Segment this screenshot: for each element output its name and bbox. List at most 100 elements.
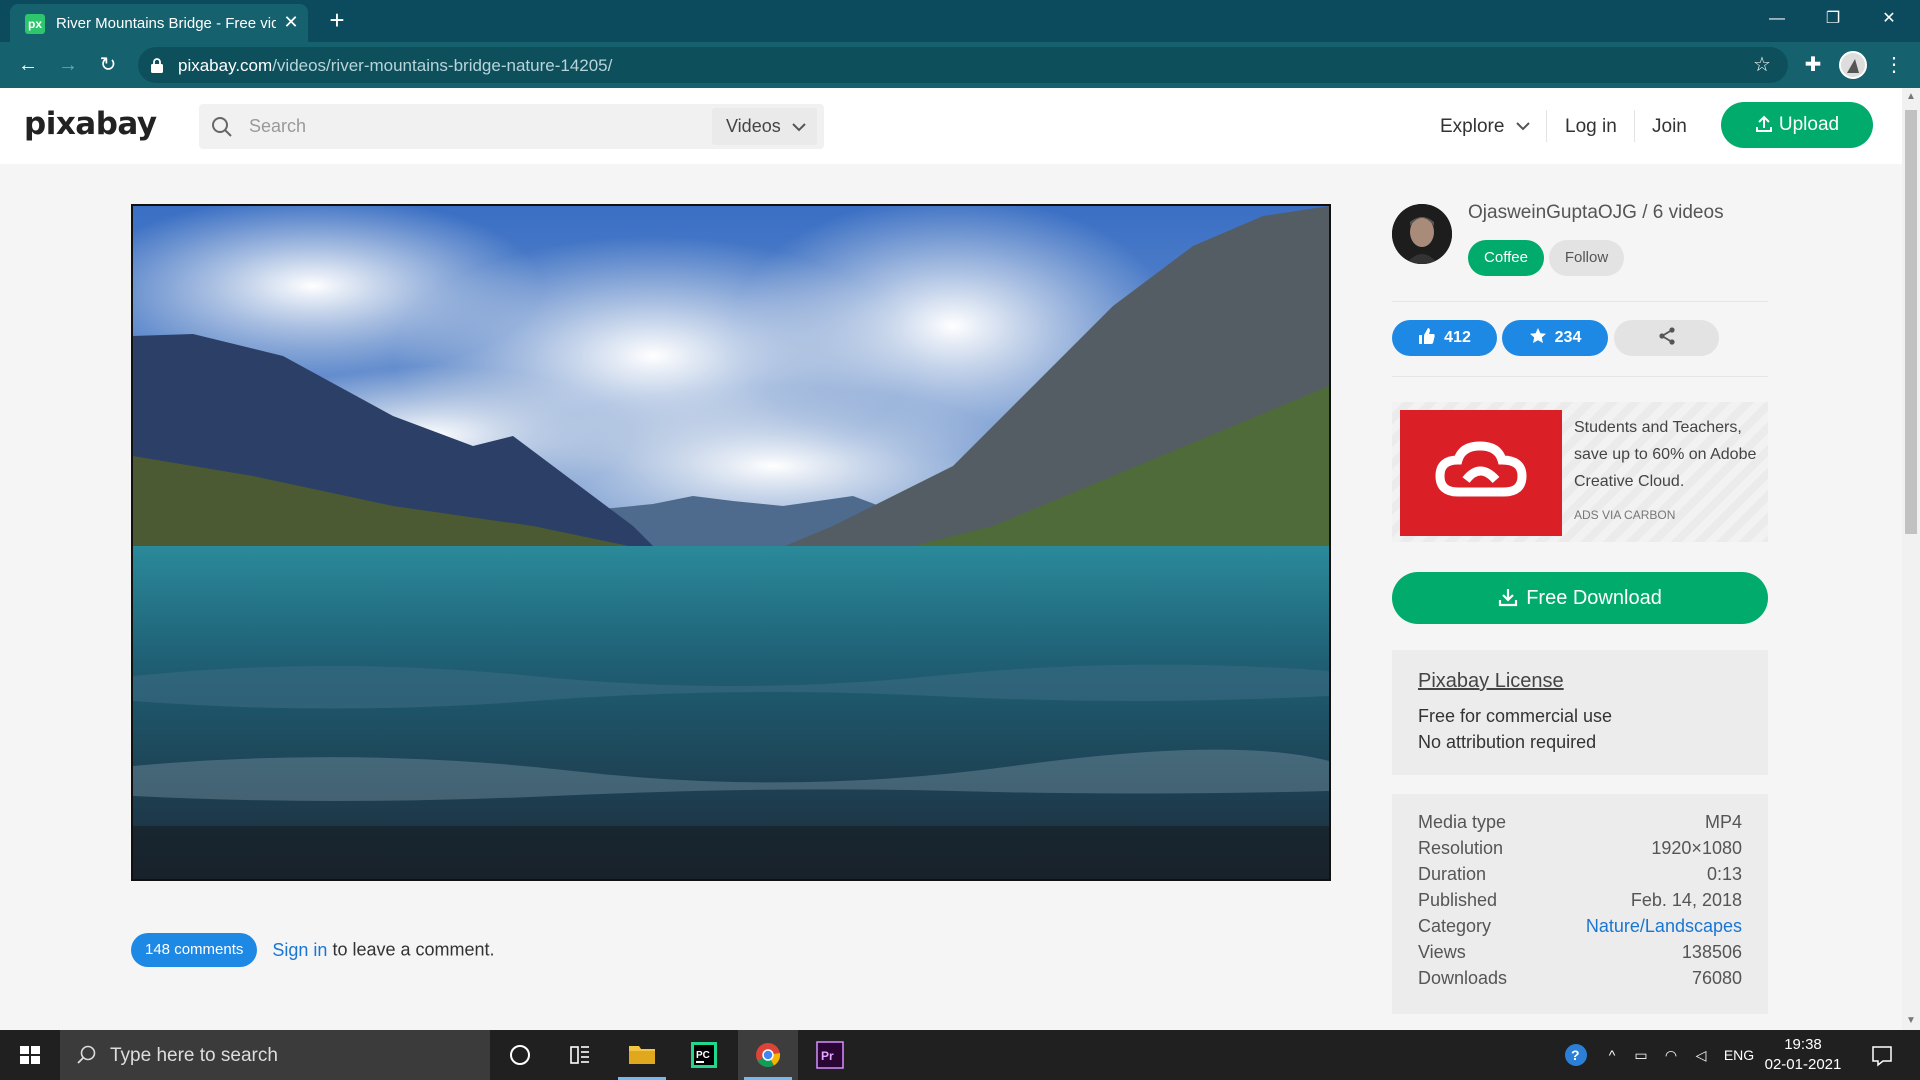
download-icon <box>1499 589 1518 607</box>
coffee-button[interactable]: Coffee <box>1468 240 1544 276</box>
close-window-icon[interactable]: ✕ <box>1866 4 1912 34</box>
sidebar-divider <box>1392 376 1768 377</box>
clock-time: 19:38 <box>1784 1036 1822 1053</box>
volume-icon[interactable]: ◁ <box>1688 1030 1714 1080</box>
info-value: 1920×1080 <box>1651 838 1742 858</box>
browser-tab-strip: px River Mountains Bridge - Free vid ✕ +… <box>0 0 1920 42</box>
info-value: 0:13 <box>1706 864 1742 884</box>
comments-count-badge[interactable]: 148 comments <box>131 933 258 967</box>
battery-icon[interactable]: ▭ <box>1628 1030 1654 1080</box>
search-type-dropdown[interactable]: Videos <box>712 108 817 145</box>
pixabay-logo[interactable]: pixabay <box>24 106 157 142</box>
restore-icon[interactable]: ❐ <box>1810 4 1856 34</box>
info-row-published: Published Feb. 14, 2018 <box>1418 890 1742 916</box>
clock-date: 02-01-2021 <box>1764 1056 1842 1073</box>
like-button[interactable]: 412 <box>1392 320 1497 356</box>
tab-close-icon[interactable]: ✕ <box>280 11 302 33</box>
info-row-category: Category Nature/Landscapes <box>1418 916 1742 942</box>
search-bar: Videos <box>199 104 824 149</box>
svg-text:PC: PC <box>696 1050 710 1061</box>
minimize-icon[interactable]: — <box>1754 4 1800 34</box>
join-link[interactable]: Join <box>1652 116 1687 138</box>
svg-text:?: ? <box>1571 1047 1580 1063</box>
info-value: Feb. 14, 2018 <box>1630 890 1742 910</box>
cortana-icon[interactable] <box>490 1030 550 1080</box>
license-line-attribution: No attribution required <box>1418 732 1597 752</box>
video-player[interactable] <box>131 204 1331 881</box>
premiere-pro-icon[interactable]: Pr <box>800 1030 860 1080</box>
chrome-icon[interactable] <box>738 1030 798 1080</box>
free-download-button[interactable]: Free Download <box>1392 572 1768 624</box>
info-label: Resolution <box>1418 838 1504 858</box>
explore-menu[interactable]: Explore <box>1440 116 1530 138</box>
chevron-up-icon[interactable]: ^ <box>1600 1030 1624 1080</box>
scroll-down-icon[interactable]: ▼ <box>1902 1012 1920 1030</box>
license-link[interactable]: Pixabay License <box>1418 670 1564 693</box>
info-label: Media type <box>1418 812 1507 832</box>
taskbar-search-box[interactable]: Type here to search <box>60 1030 490 1080</box>
video-frame-image <box>133 206 1329 879</box>
ad-text: Students and Teachers, save up to 60% on… <box>1574 419 1757 490</box>
address-bar[interactable]: pixabay.com/videos/river-mountains-bridg… <box>138 47 1788 83</box>
like-count: 412 <box>1444 329 1471 346</box>
wifi-icon[interactable]: ◠ <box>1658 1030 1684 1080</box>
pycharm-icon[interactable]: PC <box>674 1030 734 1080</box>
bookmark-star-icon[interactable]: ☆ <box>1750 53 1774 77</box>
task-view-icon[interactable] <box>550 1030 610 1080</box>
info-row-downloads: Downloads 76080 <box>1418 968 1742 994</box>
info-value: 76080 <box>1691 968 1742 988</box>
help-icon[interactable]: ? <box>1558 1030 1594 1080</box>
taskbar-search-placeholder: Type here to search <box>110 1045 278 1066</box>
share-button[interactable] <box>1614 320 1719 356</box>
profile-avatar[interactable] <box>1839 51 1867 79</box>
signin-link[interactable]: Sign in <box>272 940 327 960</box>
search-type-label: Videos <box>726 116 781 136</box>
site-header: pixabay Videos Explore Log in Join Uploa… <box>0 88 1902 164</box>
info-label: Category <box>1418 916 1492 936</box>
new-tab-icon[interactable]: + <box>324 7 350 34</box>
taskbar-clock[interactable]: 19:38 02-01-2021 <box>1758 1035 1848 1075</box>
author-avatar[interactable] <box>1392 204 1452 264</box>
extensions-puzzle-icon[interactable]: ✚ <box>1800 51 1826 79</box>
scroll-thumb[interactable] <box>1905 110 1917 534</box>
windows-taskbar: Type here to search PC Pr ? ^ ▭ ◠ ◁ ENG … <box>0 1030 1920 1080</box>
ad-via-label: ADS VIA CARBON <box>1574 508 1676 522</box>
favorite-button[interactable]: 234 <box>1502 320 1608 356</box>
windows-start-icon[interactable] <box>0 1030 60 1080</box>
explore-label: Explore <box>1440 116 1505 137</box>
info-row-duration: Duration 0:13 <box>1418 864 1742 890</box>
browser-menu-icon[interactable]: ⋮ <box>1880 51 1908 79</box>
author-name-link[interactable]: OjasweinGuptaOJG / 6 videos <box>1468 202 1724 224</box>
svg-text:Pr: Pr <box>821 1049 834 1063</box>
info-row-media-type: Media type MP4 <box>1418 812 1742 838</box>
forward-icon[interactable]: → <box>54 51 82 79</box>
login-link[interactable]: Log in <box>1565 116 1617 138</box>
upload-button[interactable]: Upload <box>1721 102 1873 148</box>
follow-button[interactable]: Follow <box>1549 240 1624 276</box>
comment-prompt-text: to leave a comment. <box>327 939 495 960</box>
info-label: Duration <box>1418 864 1487 884</box>
page-scrollbar[interactable]: ▲ ▼ <box>1902 88 1920 1030</box>
notification-center-icon[interactable] <box>1864 1030 1900 1080</box>
file-explorer-icon[interactable] <box>612 1030 672 1080</box>
comments-row: 148 comments Sign in to leave a comment. <box>131 933 495 967</box>
info-label: Views <box>1418 942 1466 962</box>
adobe-creative-cloud-logo <box>1400 410 1562 536</box>
language-indicator[interactable]: ENG <box>1722 1030 1756 1080</box>
media-info-box: Media type MP4 Resolution 1920×1080 Dura… <box>1392 794 1768 1014</box>
info-row-resolution: Resolution 1920×1080 <box>1418 838 1742 864</box>
pixabay-page: pixabay Videos Explore Log in Join Uploa… <box>0 88 1902 1030</box>
scroll-up-icon[interactable]: ▲ <box>1902 88 1920 106</box>
license-line-commercial: Free for commercial use <box>1418 706 1613 726</box>
info-value: MP4 <box>1704 812 1742 832</box>
browser-tab[interactable]: px River Mountains Bridge - Free vid ✕ <box>10 4 308 42</box>
category-link[interactable]: Nature/Landscapes <box>1586 916 1742 937</box>
reload-icon[interactable]: ↻ <box>94 51 122 79</box>
back-icon[interactable]: ← <box>14 51 42 79</box>
search-input[interactable] <box>249 104 709 149</box>
header-divider <box>1634 110 1635 142</box>
sidebar-divider <box>1392 301 1768 302</box>
share-icon <box>1658 327 1675 345</box>
carbon-ad[interactable]: Students and Teachers, save up to 60% on… <box>1392 402 1768 542</box>
search-icon <box>77 1045 96 1064</box>
